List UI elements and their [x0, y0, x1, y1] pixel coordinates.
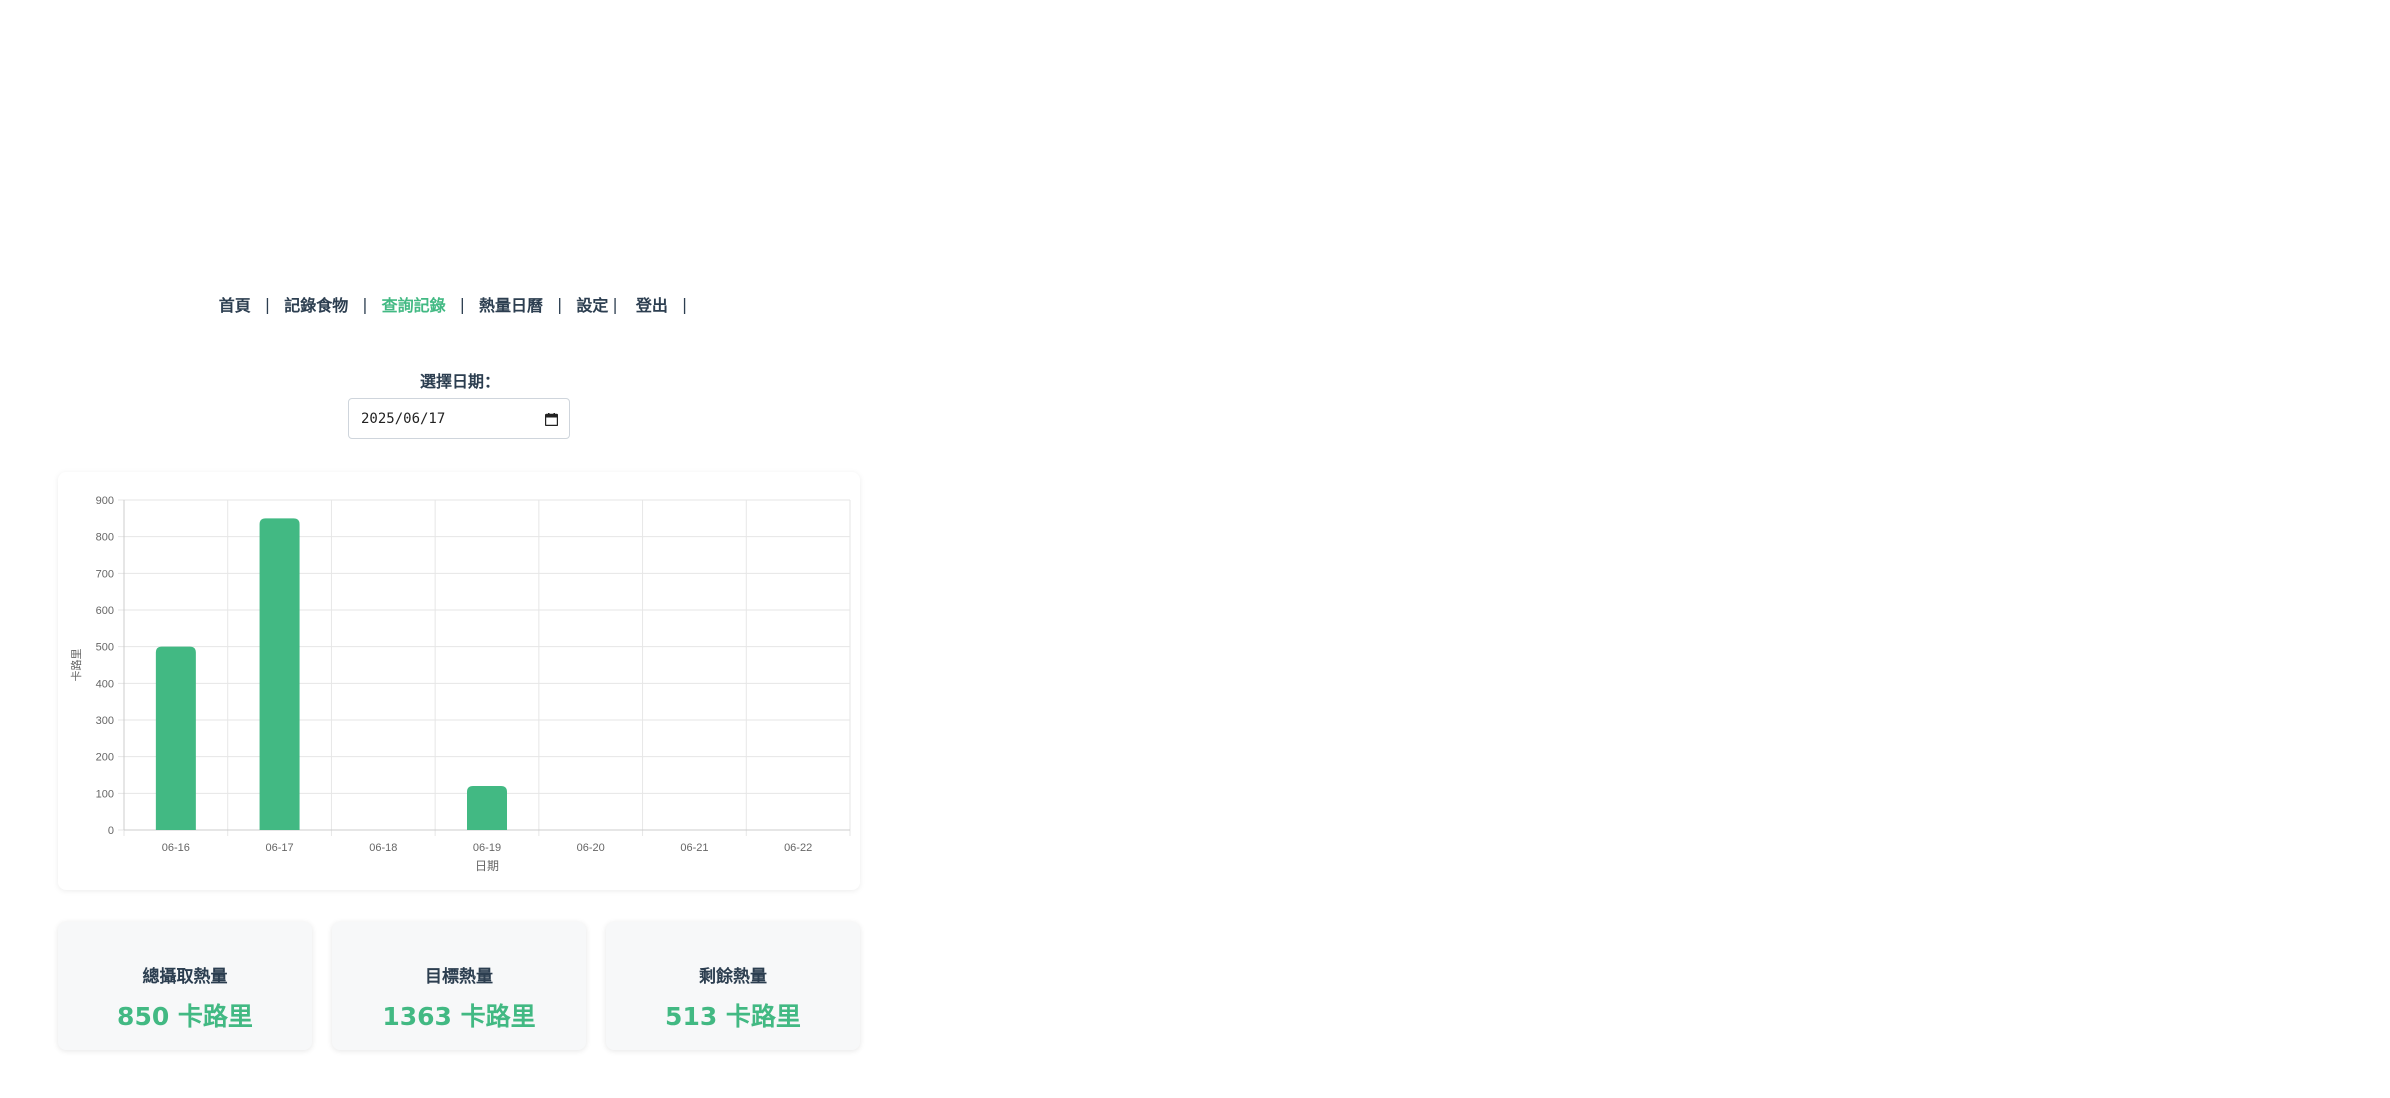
calendar-icon[interactable] [544, 412, 559, 426]
nav-separator: | [557, 294, 563, 314]
x-tick-label: 06-21 [680, 842, 708, 854]
date-label: 選擇日期： [419, 372, 500, 391]
y-tick-label: 100 [96, 788, 114, 800]
total-intake-value: 850 卡路里 [117, 1002, 253, 1031]
nav-separator: | [362, 294, 368, 314]
total-intake-card: 總攝取熱量 850 卡路里 [58, 922, 312, 1050]
y-axis-title: 卡路里 [70, 649, 83, 682]
nav-separator: | [612, 294, 618, 314]
date-input[interactable]: 2025/06/17 [348, 398, 570, 439]
x-tick-label: 06-20 [577, 842, 605, 854]
y-tick-label: 800 [96, 532, 114, 544]
x-tick-label: 06-22 [784, 842, 812, 854]
target-calorie-card: 目標熱量 1363 卡路里 [332, 922, 586, 1050]
nav-separator: | [681, 294, 688, 314]
nav-settings[interactable]: 設定 [576, 292, 608, 316]
x-axis-title: 日期 [475, 859, 499, 873]
bar-06-19 [467, 786, 507, 830]
main-nav: 首頁 | 記錄食物 | 查詢記錄 | 熱量日曆 | 設定 | 登出 | [0, 292, 920, 316]
nav-logout[interactable]: 登出 [636, 292, 668, 316]
nav-record-food[interactable]: 記錄食物 [284, 292, 348, 316]
y-tick-label: 0 [108, 825, 114, 837]
bar-06-17 [259, 518, 300, 830]
nav-home[interactable]: 首頁 [219, 292, 251, 316]
calorie-chart: 0 100 200 300 400 500 600 700 800 900 06-16 06-17 06… [58, 472, 860, 890]
bar-06-16 [155, 646, 196, 830]
nav-separator: | [459, 294, 465, 314]
target-calorie-value: 1363 卡路里 [382, 1002, 536, 1031]
y-tick-label: 900 [96, 495, 114, 507]
nav-separator: | [264, 294, 271, 314]
total-intake-title: 總攝取熱量 [142, 967, 228, 987]
y-tick-label: 600 [96, 605, 114, 617]
nav-query-records[interactable]: 查詢記錄 [382, 292, 446, 316]
date-input-value: 2025/06/17 [361, 410, 446, 427]
remaining-calorie-title: 剩餘熱量 [699, 967, 767, 987]
page: 首頁 | 記錄食物 | 查詢記錄 | 熱量日曆 | 設定 | 登出 | 選擇日期… [0, 0, 2390, 1098]
x-tick-label: 06-17 [266, 842, 294, 854]
remaining-calorie-card: 剩餘熱量 513 卡路里 [606, 922, 860, 1050]
x-tick-label: 06-18 [369, 842, 397, 854]
target-calorie-title: 目標熱量 [425, 967, 493, 987]
y-tick-label: 700 [96, 568, 114, 580]
y-tick-label: 200 [96, 752, 114, 764]
y-tick-label: 300 [96, 715, 114, 727]
remaining-calorie-value: 513 卡路里 [665, 1002, 801, 1031]
x-tick-label: 06-16 [162, 842, 190, 854]
bar-chart: 0 100 200 300 400 500 600 700 800 900 06-16 06-17 06… [70, 495, 851, 873]
x-tick-label: 06-19 [473, 842, 501, 854]
y-tick-label: 500 [96, 642, 114, 654]
nav-calorie-calendar[interactable]: 熱量日曆 [479, 292, 543, 316]
y-tick-label: 400 [96, 678, 114, 690]
